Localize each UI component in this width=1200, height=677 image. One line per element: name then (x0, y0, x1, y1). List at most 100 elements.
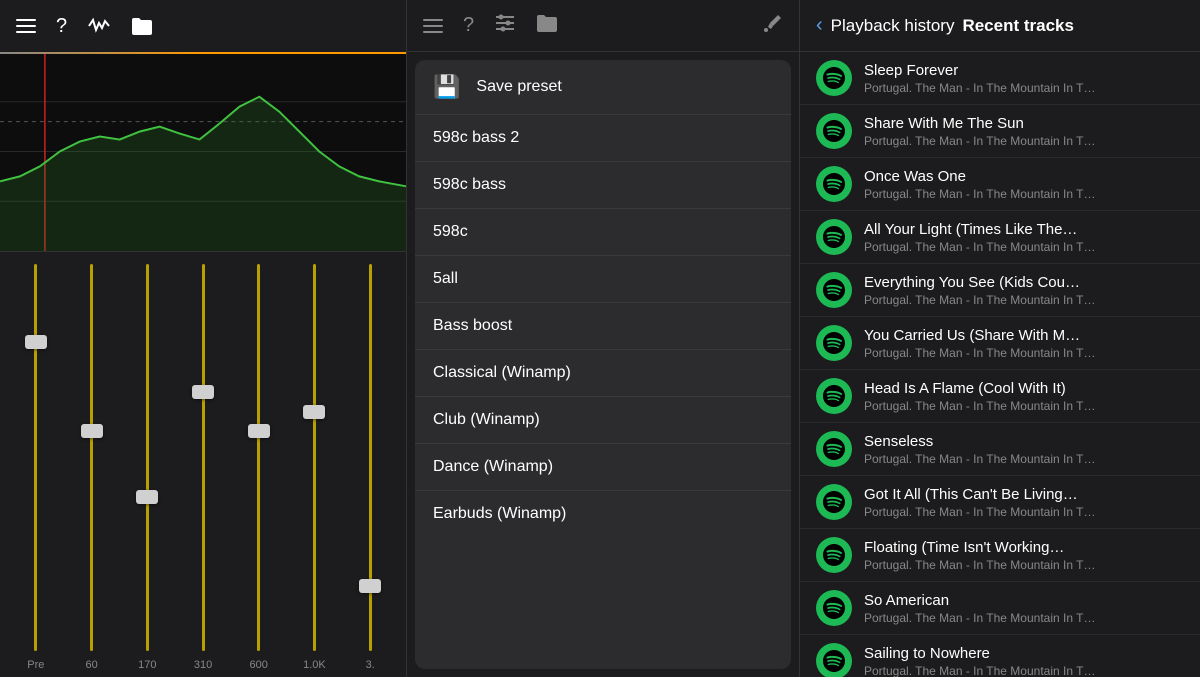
eq-sliders-area: Pre 60 170 310 600 1.0K 3. (0, 252, 406, 677)
label-1k: 1.0K (287, 659, 343, 671)
presets-folder-button[interactable] (536, 14, 558, 38)
slider-3k-thumb[interactable] (359, 579, 381, 593)
track-artist-5: Portugal. The Man - In The Mountain In T… (864, 346, 1184, 360)
history-panel: ‹ Playback history Recent tracks Sleep F… (800, 0, 1200, 677)
track-name-0: Sleep Forever (864, 62, 1184, 79)
spotify-icon-10 (816, 590, 852, 626)
track-info-1: Share With Me The Sun Portugal. The Man … (864, 115, 1184, 148)
track-name-3: All Your Light (Times Like The… (864, 221, 1184, 238)
slider-3k-track[interactable] (369, 264, 372, 651)
track-item-9[interactable]: Floating (Time Isn't Working… Portugal. … (800, 529, 1200, 582)
back-button[interactable]: ‹ (816, 14, 823, 37)
slider-1k-thumb[interactable] (303, 405, 325, 419)
label-pre: Pre (8, 659, 64, 671)
slider-170-thumb[interactable] (136, 490, 158, 504)
spotify-icon-1 (816, 113, 852, 149)
slider-600-track[interactable] (257, 264, 260, 651)
presets-sliders-button[interactable] (494, 13, 516, 39)
label-170: 170 (119, 659, 175, 671)
track-artist-8: Portugal. The Man - In The Mountain In T… (864, 505, 1184, 519)
track-name-2: Once Was One (864, 168, 1184, 185)
slider-310-track[interactable] (202, 264, 205, 651)
spotify-icon-9 (816, 537, 852, 573)
track-item-4[interactable]: Everything You See (Kids Cou… Portugal. … (800, 264, 1200, 317)
spotify-icon-8 (816, 484, 852, 520)
save-preset-button[interactable]: 💾 Save preset (415, 60, 791, 115)
preset-item-1[interactable]: 598c bass (415, 162, 791, 209)
presets-menu-button[interactable] (423, 19, 443, 33)
eq-toolbar: ? (0, 0, 406, 52)
spotify-icon-5 (816, 325, 852, 361)
track-name-11: Sailing to Nowhere (864, 645, 1184, 662)
save-preset-label: Save preset (476, 78, 561, 96)
preset-item-2[interactable]: 598c (415, 209, 791, 256)
track-item-7[interactable]: Senseless Portugal. The Man - In The Mou… (800, 423, 1200, 476)
preset-item-5[interactable]: Classical (Winamp) (415, 350, 791, 397)
presets-panel: ? 💾 Save pres (407, 0, 800, 677)
slider-600-thumb[interactable] (248, 424, 270, 438)
track-artist-4: Portugal. The Man - In The Mountain In T… (864, 293, 1184, 307)
track-name-7: Senseless (864, 433, 1184, 450)
eq-help-button[interactable]: ? (56, 15, 67, 38)
track-artist-1: Portugal. The Man - In The Mountain In T… (864, 134, 1184, 148)
preset-item-7[interactable]: Dance (Winamp) (415, 444, 791, 491)
preset-item-3[interactable]: 5all (415, 256, 791, 303)
track-item-8[interactable]: Got It All (This Can't Be Living… Portug… (800, 476, 1200, 529)
slider-310 (175, 264, 231, 651)
label-3k: 3. (342, 659, 398, 671)
eq-frequency-labels: Pre 60 170 310 600 1.0K 3. (8, 655, 398, 677)
track-info-9: Floating (Time Isn't Working… Portugal. … (864, 539, 1184, 572)
preset-item-0[interactable]: 598c bass 2 (415, 115, 791, 162)
track-item-10[interactable]: So American Portugal. The Man - In The M… (800, 582, 1200, 635)
track-info-7: Senseless Portugal. The Man - In The Mou… (864, 433, 1184, 466)
eq-panel: ? (0, 0, 407, 677)
slider-170-track[interactable] (146, 264, 149, 651)
track-artist-2: Portugal. The Man - In The Mountain In T… (864, 187, 1184, 201)
save-icon: 💾 (433, 74, 460, 100)
track-item-6[interactable]: Head Is A Flame (Cool With It) Portugal.… (800, 370, 1200, 423)
track-info-6: Head Is A Flame (Cool With It) Portugal.… (864, 380, 1184, 413)
track-artist-10: Portugal. The Man - In The Mountain In T… (864, 611, 1184, 625)
slider-1k-track[interactable] (313, 264, 316, 651)
track-item-11[interactable]: Sailing to Nowhere Portugal. The Man - I… (800, 635, 1200, 677)
track-info-2: Once Was One Portugal. The Man - In The … (864, 168, 1184, 201)
slider-60-thumb[interactable] (81, 424, 103, 438)
slider-3k (342, 264, 398, 651)
preset-item-8[interactable]: Earbuds (Winamp) (415, 491, 791, 537)
presets-tools-button[interactable] (763, 13, 783, 39)
preset-item-4[interactable]: Bass boost (415, 303, 791, 350)
eq-activity-button[interactable] (87, 16, 111, 36)
eq-sliders-container (8, 252, 398, 655)
track-list: Sleep Forever Portugal. The Man - In The… (800, 52, 1200, 677)
preset-item-6[interactable]: Club (Winamp) (415, 397, 791, 444)
presets-help-button[interactable]: ? (463, 14, 474, 37)
spotify-icon-3 (816, 219, 852, 255)
track-item-2[interactable]: Once Was One Portugal. The Man - In The … (800, 158, 1200, 211)
track-item-1[interactable]: Share With Me The Sun Portugal. The Man … (800, 105, 1200, 158)
slider-60-track[interactable] (90, 264, 93, 651)
slider-pre-track[interactable] (34, 264, 37, 651)
label-60: 60 (64, 659, 120, 671)
slider-pre-thumb[interactable] (25, 335, 47, 349)
spotify-icon-0 (816, 60, 852, 96)
track-artist-3: Portugal. The Man - In The Mountain In T… (864, 240, 1184, 254)
eq-menu-button[interactable] (16, 19, 36, 33)
track-name-4: Everything You See (Kids Cou… (864, 274, 1184, 291)
eq-folder-button[interactable] (131, 17, 153, 35)
track-info-3: All Your Light (Times Like The… Portugal… (864, 221, 1184, 254)
track-info-0: Sleep Forever Portugal. The Man - In The… (864, 62, 1184, 95)
slider-pre (8, 264, 64, 651)
track-name-8: Got It All (This Can't Be Living… (864, 486, 1184, 503)
track-artist-11: Portugal. The Man - In The Mountain In T… (864, 664, 1184, 677)
history-title-bold: Recent tracks (962, 16, 1074, 36)
track-item-3[interactable]: All Your Light (Times Like The… Portugal… (800, 211, 1200, 264)
label-600: 600 (231, 659, 287, 671)
label-310: 310 (175, 659, 231, 671)
presets-toolbar: ? (407, 0, 799, 52)
track-info-5: You Carried Us (Share With M… Portugal. … (864, 327, 1184, 360)
track-item-5[interactable]: You Carried Us (Share With M… Portugal. … (800, 317, 1200, 370)
track-item-0[interactable]: Sleep Forever Portugal. The Man - In The… (800, 52, 1200, 105)
history-title-regular: Playback history (831, 16, 955, 36)
track-info-4: Everything You See (Kids Cou… Portugal. … (864, 274, 1184, 307)
slider-310-thumb[interactable] (192, 385, 214, 399)
